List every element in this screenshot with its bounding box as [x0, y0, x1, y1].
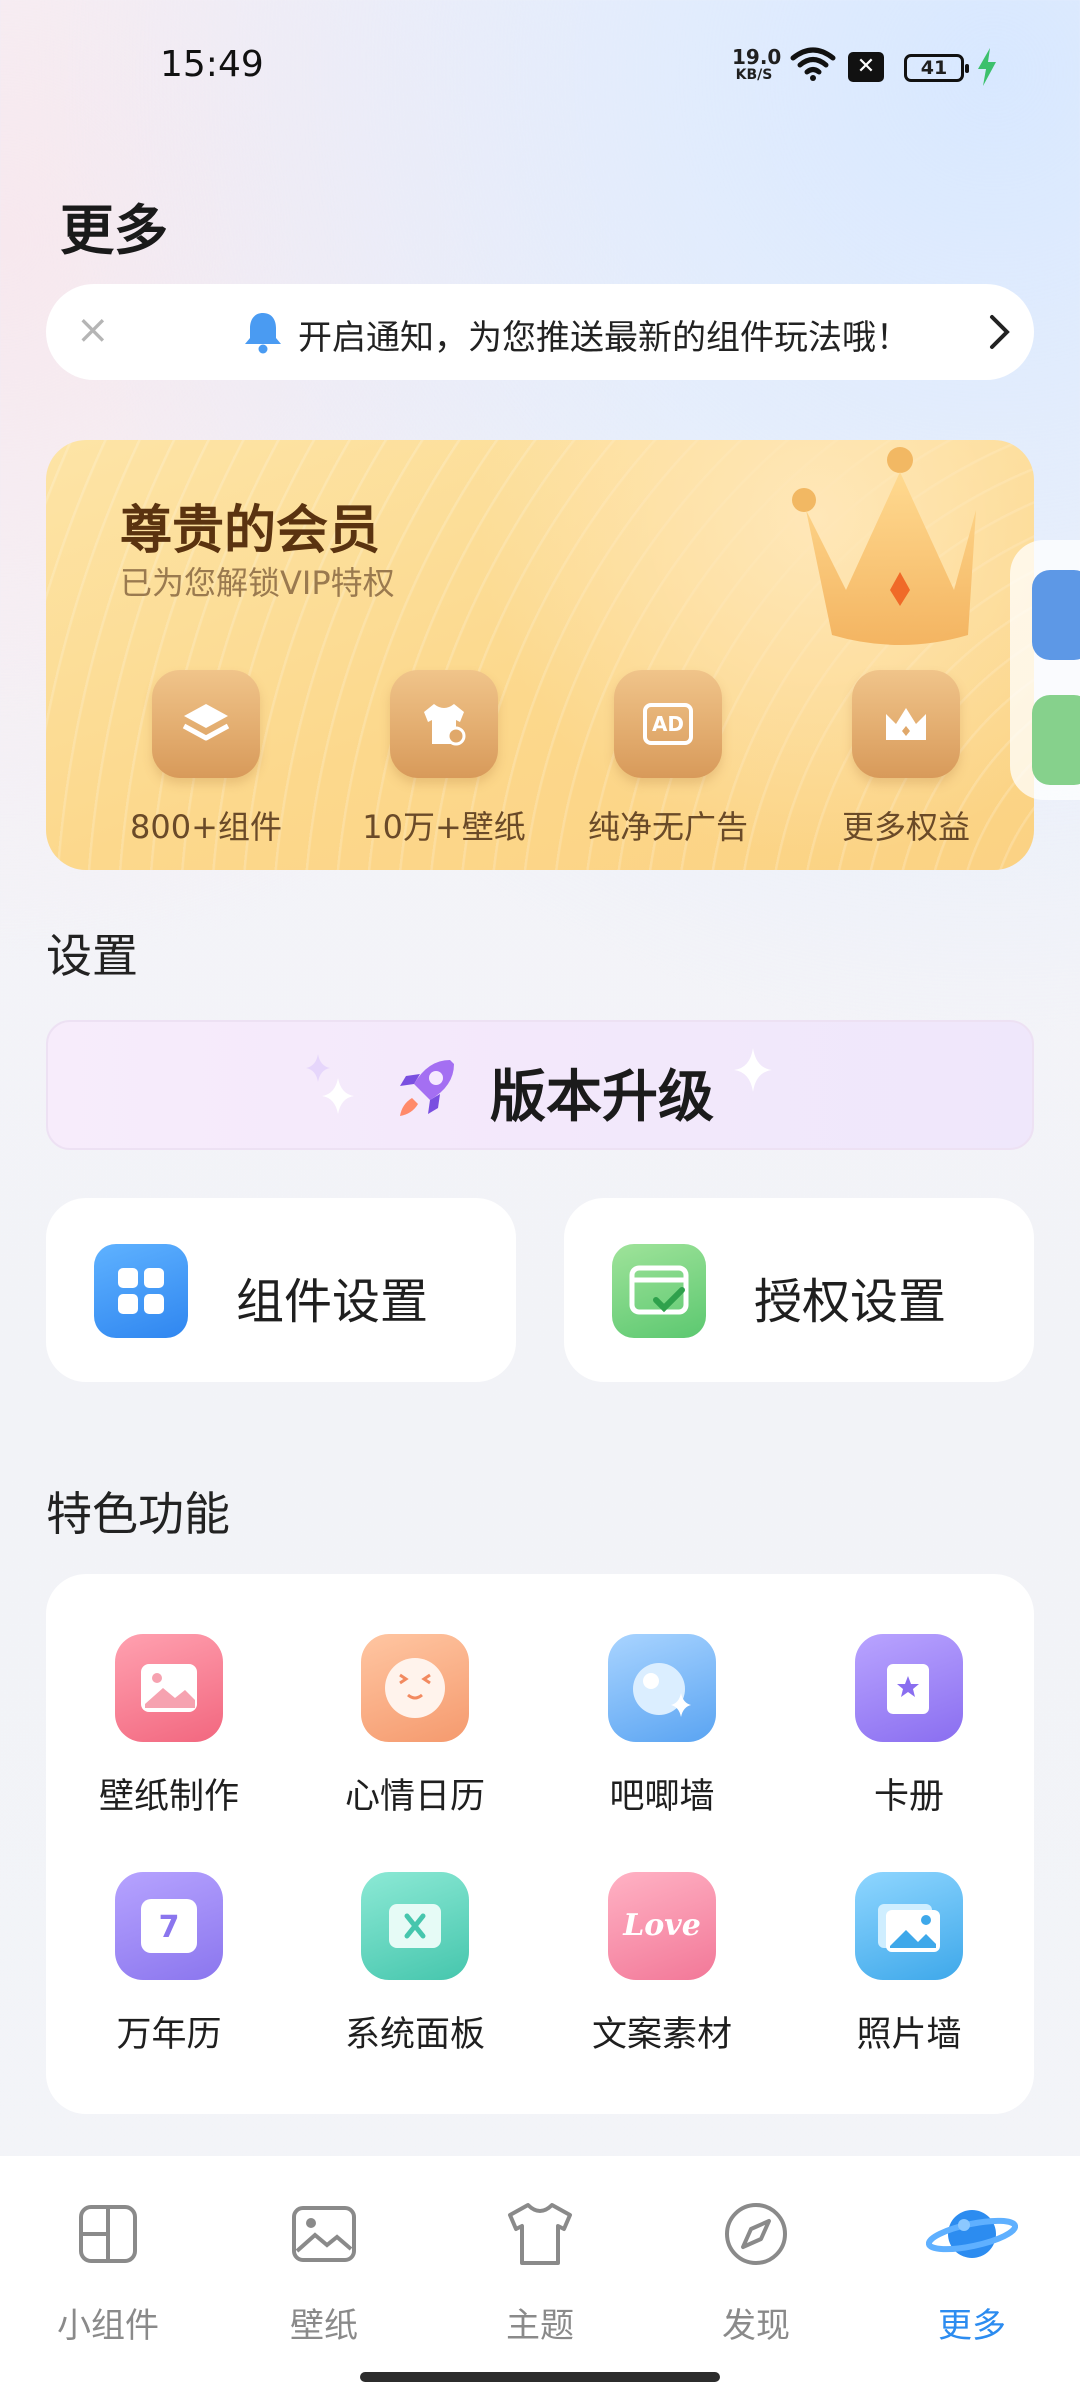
- wifi-icon: [790, 47, 836, 81]
- tab-theme[interactable]: 主题: [432, 2194, 648, 2347]
- card-album-icon: [855, 1634, 963, 1742]
- feature-photo-wall[interactable]: 照片墙: [786, 1872, 1032, 2057]
- bell-icon: [245, 313, 281, 354]
- wallpaper-make-icon: [115, 1634, 223, 1742]
- version-upgrade-button[interactable]: 版本升级: [46, 1020, 1034, 1150]
- floating-side-dock[interactable]: [1010, 540, 1080, 800]
- feature-perpetual-calendar[interactable]: 7 万年历: [46, 1872, 292, 2057]
- battery-icon: 41: [904, 54, 969, 82]
- notification-x-icon: ✕: [848, 52, 884, 82]
- feature-copywriting[interactable]: Love 文案素材: [539, 1872, 785, 2057]
- floating-app-icon[interactable]: [1032, 570, 1080, 660]
- mood-calendar-icon: [361, 1634, 469, 1742]
- status-bar: 15:49 19.0 KB/S ✕ 41: [0, 0, 1080, 130]
- vip-card[interactable]: 尊贵的会员 已为您解锁VIP特权 800+组件 10万+壁纸 AD 纯净无广告 …: [46, 440, 1034, 870]
- planet-icon: [926, 2210, 1018, 2258]
- feature-card-album[interactable]: 卡册: [786, 1634, 1032, 1819]
- notification-banner[interactable]: × 开启通知，为您推送最新的组件玩法哦！: [46, 284, 1034, 380]
- tab-wallpaper[interactable]: 壁纸: [216, 2194, 432, 2347]
- layers-icon: [152, 670, 260, 778]
- vip-title: 尊贵的会员: [120, 501, 381, 561]
- rocket-icon: [400, 1060, 454, 1116]
- widget-tab-icon: [79, 2205, 137, 2263]
- perk-no-ads[interactable]: AD 纯净无广告: [568, 670, 768, 848]
- bottom-tab-bar: 小组件 壁纸 主题 发现 更多: [0, 2156, 1080, 2400]
- status-time: 15:49: [160, 44, 264, 85]
- notice-text: 开启通知，为您推送最新的组件玩法哦！: [298, 318, 910, 358]
- feature-badge-wall[interactable]: 吧唧墙: [539, 1634, 785, 1819]
- system-panel-icon: [361, 1872, 469, 1980]
- copywriting-icon: Love: [608, 1872, 716, 1980]
- grid-icon: [94, 1244, 188, 1338]
- tshirt-icon: [390, 670, 498, 778]
- calendar-icon: 7: [115, 1872, 223, 1980]
- perk-more-benefits[interactable]: 更多权益: [806, 670, 1006, 848]
- charging-icon: [978, 48, 996, 86]
- badge-wall-icon: [608, 1634, 716, 1742]
- home-indicator[interactable]: [360, 2372, 720, 2382]
- photo-wall-icon: [855, 1872, 963, 1980]
- feature-wallpaper-make[interactable]: 壁纸制作: [46, 1634, 292, 1819]
- sparkle-icon: [306, 1054, 354, 1114]
- vip-subtitle: 已为您解锁VIP特权: [120, 564, 395, 602]
- floating-more-icon[interactable]: [1032, 695, 1080, 785]
- compass-icon: [725, 2203, 787, 2265]
- tab-widgets[interactable]: 小组件: [0, 2194, 216, 2347]
- authorization-settings-card[interactable]: 授权设置: [564, 1198, 1034, 1382]
- tab-discover[interactable]: 发现: [648, 2194, 864, 2347]
- feature-system-panel[interactable]: 系统面板: [292, 1872, 538, 2057]
- feature-mood-calendar[interactable]: 心情日历: [292, 1634, 538, 1819]
- features-grid: 壁纸制作 心情日历 吧唧墙 卡册 7 万年历 系统面板 Love 文案素材 照片…: [46, 1574, 1034, 2114]
- features-heading: 特色功能: [46, 1487, 230, 1541]
- authorize-icon: [612, 1244, 706, 1338]
- ad-icon: AD: [614, 670, 722, 778]
- tshirt-tab-icon: [508, 2203, 572, 2265]
- crown-small-icon: [852, 670, 960, 778]
- widget-settings-card[interactable]: 组件设置: [46, 1198, 516, 1382]
- perk-wallpapers[interactable]: 10万+壁纸: [344, 670, 544, 848]
- chevron-right-icon[interactable]: [988, 314, 1012, 350]
- page-title: 更多: [60, 199, 168, 262]
- crown-icon: [792, 447, 976, 645]
- settings-heading: 设置: [46, 929, 138, 983]
- tab-more[interactable]: 更多: [864, 2194, 1080, 2347]
- sparkle-icon: [734, 1048, 772, 1092]
- close-icon[interactable]: ×: [76, 310, 110, 350]
- perk-widgets[interactable]: 800+组件: [106, 670, 306, 848]
- network-speed: 19.0 KB/S: [732, 45, 782, 83]
- image-icon: [292, 2206, 356, 2262]
